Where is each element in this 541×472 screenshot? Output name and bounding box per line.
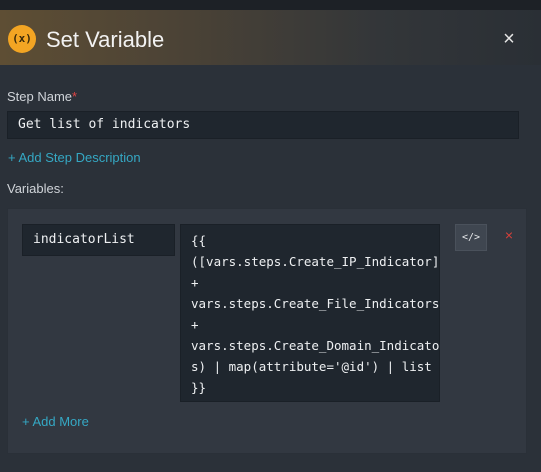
step-name-label: Step Name* — [7, 89, 77, 104]
step-name-label-text: Step Name — [7, 89, 73, 104]
required-mark: * — [72, 89, 78, 104]
variable-icon: (x) — [8, 25, 36, 53]
dialog-header: (x) Set Variable × — [0, 10, 541, 65]
variable-name-input[interactable]: indicatorList — [22, 224, 175, 256]
close-icon[interactable]: × — [499, 29, 519, 49]
variable-value-input[interactable]: {{ ([vars.steps.Create_IP_Indicator] + v… — [180, 224, 440, 402]
variables-label: Variables: — [7, 181, 64, 196]
add-more-button[interactable]: + Add More — [22, 414, 89, 429]
code-view-icon[interactable]: </> — [455, 224, 487, 251]
remove-icon[interactable]: × — [502, 228, 516, 242]
add-step-description-link[interactable]: + Add Step Description — [8, 150, 141, 165]
step-name-input[interactable]: Get list of indicators — [7, 111, 519, 139]
dialog-title: Set Variable — [46, 27, 165, 52]
